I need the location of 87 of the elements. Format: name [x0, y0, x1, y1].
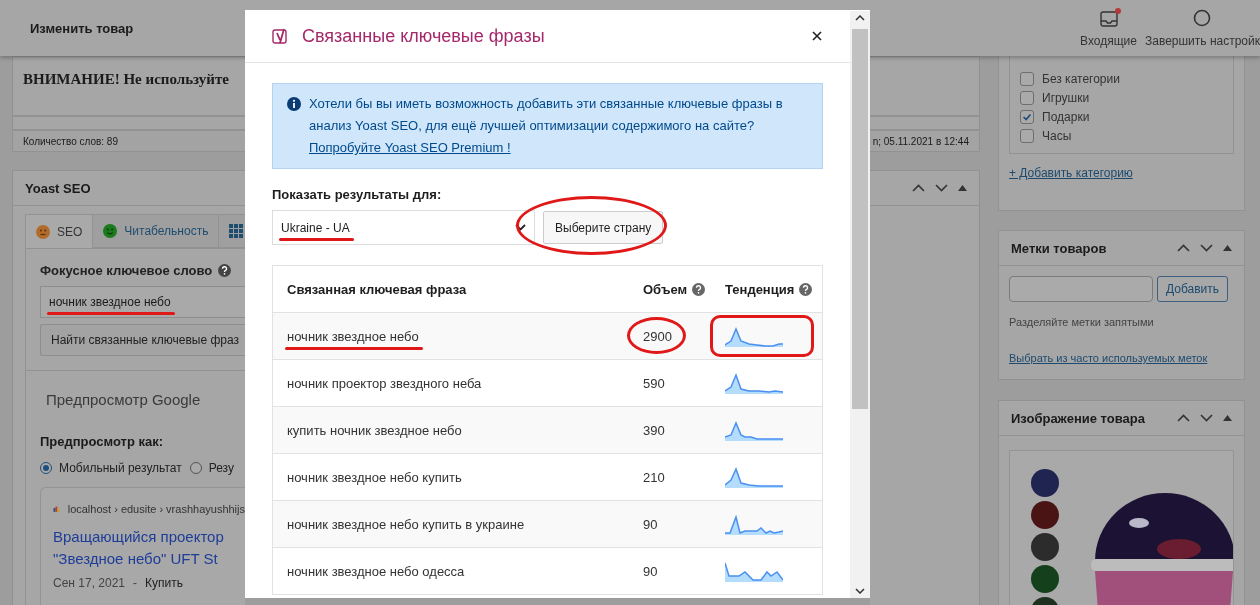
tab[interactable]: SEO [25, 214, 94, 248]
country-select[interactable]: Ukraine - UA [272, 210, 535, 245]
table-cell: ночник звездное небо купить [287, 469, 462, 485]
panel-title: Yoast SEO [25, 180, 91, 196]
panel-title: Метки товаров [1011, 240, 1107, 256]
field-label: Предпросмотр как: [40, 434, 165, 449]
table-cell: 210 [643, 469, 665, 485]
checkbox-label: Подарки [1042, 110, 1090, 124]
tag-input[interactable] [1009, 276, 1153, 302]
circle-icon [1193, 8, 1212, 27]
dialog-title: Связанные ключевые фразы [302, 25, 545, 47]
column-header: Тенденция [725, 281, 795, 297]
table-cell: ночник звездное небо купить в украине [287, 516, 525, 532]
trend-sparkline [725, 325, 783, 347]
scroll-down-icon[interactable] [855, 588, 865, 594]
radio-label: Резу [208, 461, 234, 475]
logo-icon [272, 27, 290, 45]
add-button[interactable]: Добавить [1157, 276, 1229, 302]
move-down-icon[interactable] [1200, 244, 1213, 252]
checkbox[interactable] [1020, 129, 1034, 143]
table-cell: 90 [643, 563, 658, 579]
table-cell: 2900 [643, 328, 672, 344]
checkbox-label: Часы [1042, 129, 1072, 143]
table-cell: 90 [643, 516, 658, 532]
snippet-title: "Звездное небо" UFT St [53, 549, 219, 569]
keyword-field[interactable]: ночник звездное небо [40, 286, 245, 318]
section-title: Предпросмотр Google [46, 391, 202, 408]
checkbox-label: Без категории [1042, 72, 1120, 86]
chevron-down-icon [515, 224, 526, 231]
grid-icon [229, 224, 244, 238]
toolbar-action[interactable]: Входящие [1080, 10, 1137, 48]
add-category-link[interactable]: + Добавить категорию [1009, 166, 1133, 180]
collapse-icon[interactable] [958, 185, 967, 191]
scrollbar-track[interactable] [850, 11, 870, 598]
table-cell: ночник звездное небо [287, 328, 419, 344]
snippet-title: Вращающийся проектор [53, 527, 225, 547]
move-up-icon[interactable] [1177, 414, 1190, 422]
warning-text: ВНИМАНИЕ! Не используйте [23, 71, 229, 87]
hint-text: Разделяйте метки запятыми [1009, 316, 1155, 328]
table-cell: 390 [643, 422, 665, 438]
tab[interactable] [218, 214, 245, 248]
info-icon [287, 97, 301, 111]
help-icon[interactable] [692, 282, 706, 296]
field-label: Фокусное ключевое слово [40, 263, 213, 278]
radio-label: Мобильный результат [59, 461, 182, 475]
last-edited: n; 05.11.2021 в 12:44 [872, 135, 969, 147]
inbox-icon [1099, 10, 1118, 27]
scroll-up-icon[interactable] [855, 15, 865, 21]
checkbox[interactable] [1020, 91, 1034, 105]
move-down-icon[interactable] [1200, 414, 1213, 422]
breadcrumb: localhost › edusite › vrashhayushhijs [67, 503, 245, 515]
column-header: Связанная ключевая фраза [287, 281, 467, 297]
help-icon[interactable] [218, 264, 232, 277]
column-header: Объем [643, 281, 688, 297]
separator-text: - [133, 576, 137, 590]
snippet-description: Купить [145, 576, 183, 590]
panel-title: Изображение товара [1011, 410, 1145, 426]
field-label: Показать результаты для: [272, 187, 443, 202]
select-country-button[interactable]: Выберите страну [543, 211, 664, 244]
table-cell: ночник звездное небо одесса [287, 563, 465, 579]
help-icon[interactable] [799, 282, 813, 296]
checkbox[interactable] [1020, 110, 1034, 124]
scrollbar-thumb[interactable] [852, 29, 868, 409]
related-keyphrases-button[interactable]: Найти связанные ключевые фраз [40, 324, 245, 356]
page-title: Изменить товар [30, 20, 134, 36]
table-cell: 590 [643, 375, 665, 391]
collapse-icon[interactable] [1223, 245, 1232, 251]
snippet-date: Сен 17, 2021 [53, 576, 125, 590]
table-cell: купить ночник звездное небо [287, 422, 462, 438]
checkbox[interactable] [1020, 72, 1034, 86]
tab[interactable]: Читабельность [92, 214, 220, 248]
face-icon [36, 225, 50, 239]
smiley-icon [103, 224, 118, 238]
info-text: Хотели бы вы иметь возможность добавить эти связанные ключевые фразы в анализ Yoast SEO, для ещё лучшей оптимизации содержимого на сайте? Попробуйте Yoast SEO Premium ! [309, 95, 784, 157]
collapse-icon[interactable] [1223, 415, 1232, 421]
radio-button[interactable] [40, 462, 52, 474]
premium-link[interactable]: Попробуйте Yoast SEO Premium ! [309, 140, 511, 155]
word-count: Количество слов: 89 [23, 135, 118, 147]
choose-tags-link[interactable]: Выбрать из часто используемых меток [1009, 352, 1208, 364]
move-down-icon[interactable] [935, 184, 948, 192]
table-cell: ночник проектор звездного неба [287, 375, 482, 391]
move-up-icon[interactable] [1177, 244, 1190, 252]
toolbar-action[interactable]: Завершить настройк [1144, 8, 1260, 48]
close-icon[interactable] [812, 31, 822, 41]
checkbox-label: Игрушки [1042, 91, 1090, 105]
move-up-icon[interactable] [912, 184, 925, 192]
radio-button[interactable] [189, 462, 202, 474]
